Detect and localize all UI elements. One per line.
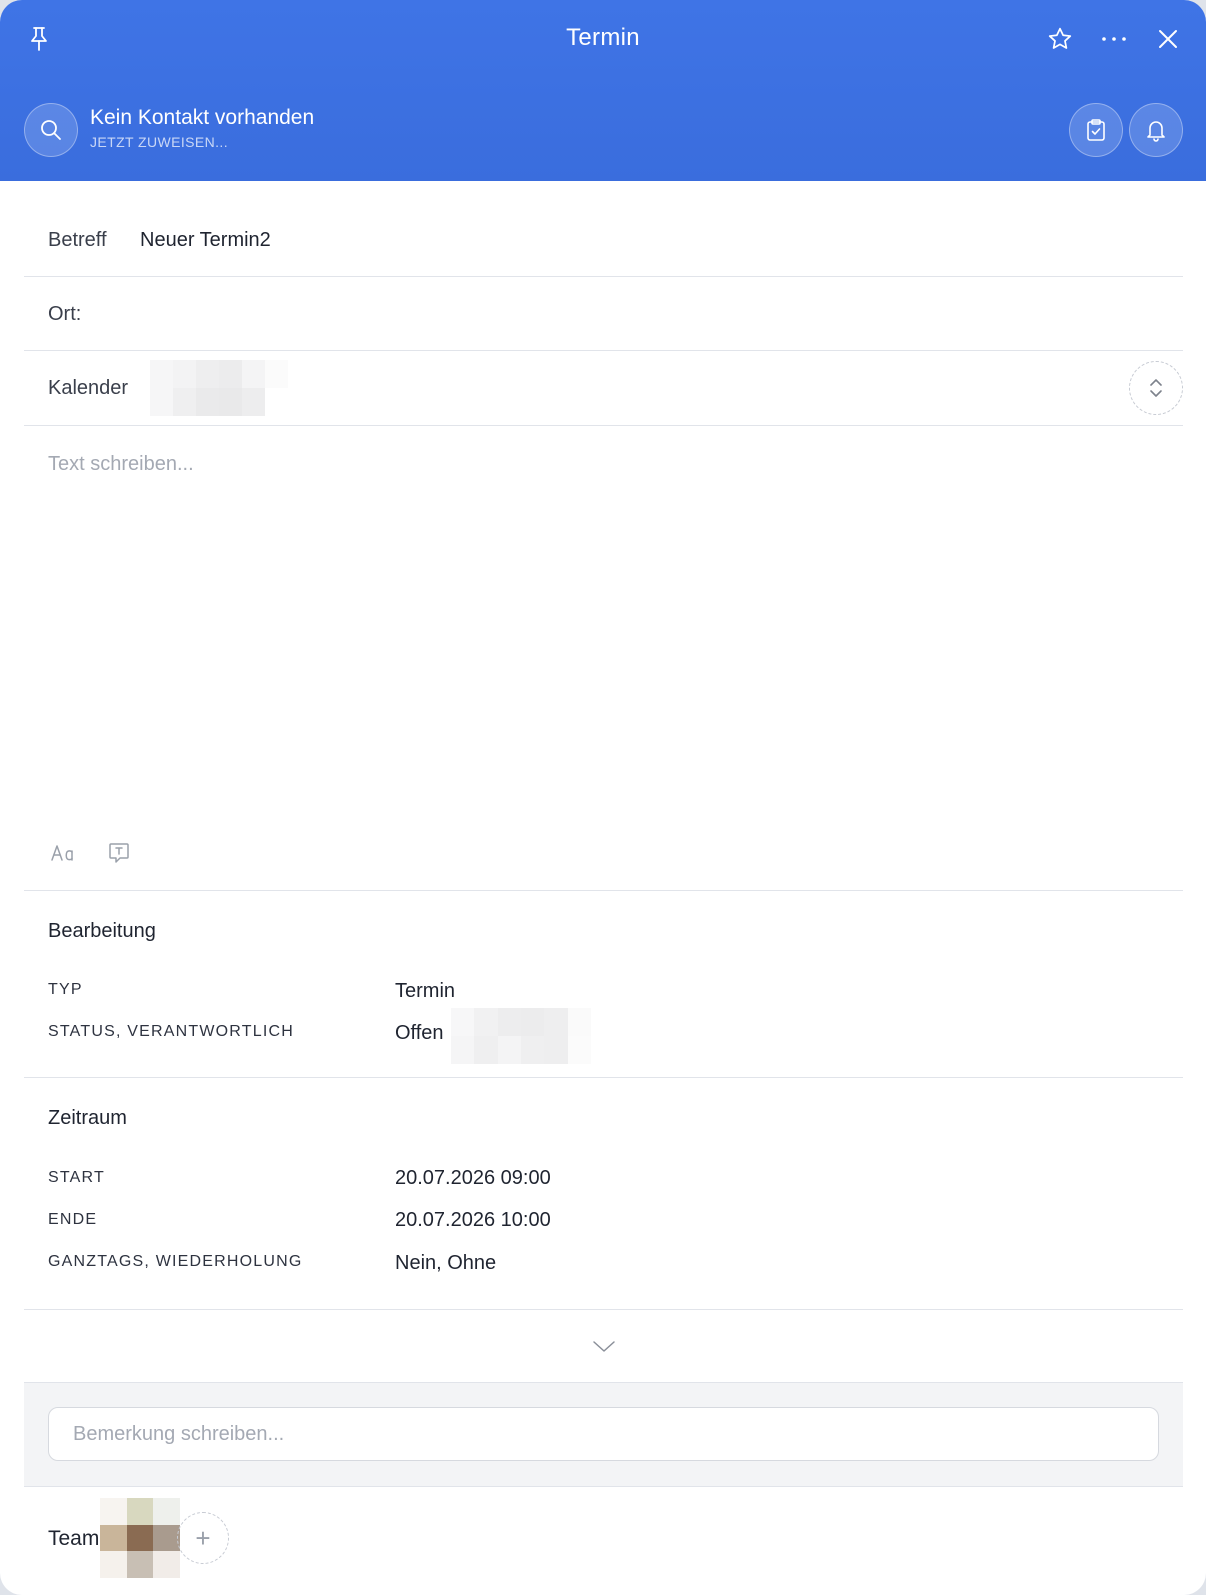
status-label: STATUS, VERANTWORTLICH — [48, 1023, 294, 1040]
search-icon — [41, 120, 61, 140]
team-label: Team — [48, 1527, 100, 1550]
text-comment-icon[interactable] — [104, 838, 134, 868]
more-icon[interactable] — [1099, 24, 1129, 54]
end-label: ENDE — [48, 1211, 98, 1228]
calendar-select-button[interactable] — [1129, 361, 1183, 415]
chevron-down-icon[interactable] — [589, 1334, 619, 1358]
period-section: Zeitraum START 20.07.2026 09:00 ENDE 20.… — [24, 1078, 1183, 1310]
type-label: TYP — [48, 981, 83, 998]
processing-section: Bearbeitung TYP Termin STATUS, VERANTWOR… — [24, 891, 1183, 1078]
type-value[interactable]: Termin — [395, 980, 455, 1003]
responsible-value-redacted[interactable] — [451, 1008, 591, 1064]
allday-value[interactable]: Nein, Ohne — [395, 1252, 496, 1275]
subject-field[interactable]: Neuer Termin2 — [140, 229, 271, 252]
assign-contact-link[interactable]: JETZT ZUWEISEN... — [90, 134, 228, 150]
processing-title: Bearbeitung — [48, 920, 156, 942]
contact-search-button[interactable] — [24, 103, 78, 157]
status-value[interactable]: Offen — [395, 1022, 444, 1045]
end-value[interactable]: 20.07.2026 10:00 — [395, 1209, 551, 1232]
location-row: Ort: — [24, 277, 1183, 351]
allday-label: GANZTAGS, WIEDERHOLUNG — [48, 1253, 303, 1270]
appointment-window: Termin Kein Kontakt vorhanden JETZT ZUWE… — [0, 0, 1206, 1595]
calendar-value-redacted[interactable] — [150, 360, 288, 416]
period-title: Zeitraum — [48, 1107, 127, 1129]
subject-row: Betreff Neuer Termin2 — [24, 205, 1183, 277]
close-icon[interactable] — [1153, 24, 1183, 54]
location-field[interactable] — [104, 303, 1104, 331]
chevron-up-down-icon — [1150, 379, 1162, 397]
calendar-label: Kalender — [48, 377, 129, 399]
comment-input[interactable] — [48, 1407, 1159, 1461]
expand-row — [24, 1310, 1183, 1383]
team-member-avatar[interactable] — [100, 1498, 180, 1578]
location-label: Ort: — [48, 303, 82, 325]
subject-label: Betreff — [48, 229, 107, 251]
star-icon[interactable] — [1045, 24, 1075, 54]
start-label: START — [48, 1169, 105, 1186]
text-format-icon[interactable] — [48, 838, 78, 868]
reminder-button[interactable] — [1129, 103, 1183, 157]
window-title: Termin — [566, 24, 640, 51]
comment-area — [24, 1383, 1183, 1487]
clipboard-check-icon — [1087, 119, 1105, 141]
task-button[interactable] — [1069, 103, 1123, 157]
contact-name[interactable]: Kein Kontakt vorhanden — [90, 106, 314, 130]
description-editor[interactable]: Text schreiben... — [24, 426, 1183, 891]
calendar-row: Kalender — [24, 351, 1183, 426]
header: Termin Kein Kontakt vorhanden JETZT ZUWE… — [0, 0, 1206, 181]
start-value[interactable]: 20.07.2026 09:00 — [395, 1167, 551, 1190]
description-placeholder[interactable]: Text schreiben... — [48, 453, 194, 476]
add-team-member-button[interactable]: + — [177, 1512, 229, 1564]
bell-icon — [1147, 121, 1165, 142]
